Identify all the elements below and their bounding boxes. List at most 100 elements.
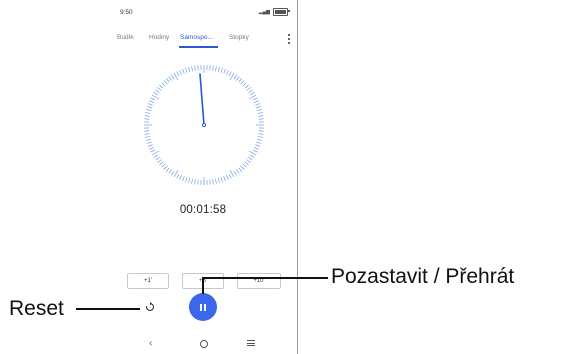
dial-tick: [176, 173, 180, 179]
dial-tick: [153, 154, 159, 158]
more-options-icon[interactable]: [287, 34, 291, 44]
dial-tick: [147, 103, 153, 106]
dial-tick: [220, 177, 223, 183]
dial-tick: [248, 150, 257, 156]
pause-icon: [200, 303, 202, 311]
dial-tick: [248, 89, 253, 93]
navigation-bar: ‹: [109, 338, 297, 352]
dial-tick: [257, 112, 263, 114]
dial-tick: [151, 150, 160, 156]
status-icons: ▂▄▆: [258, 8, 290, 16]
dial-tick: [257, 136, 263, 138]
dial-tick: [246, 159, 251, 164]
dial-tick: [248, 157, 253, 161]
dial-tick: [150, 149, 156, 153]
dial-tick: [173, 169, 179, 178]
add-1-minute-button[interactable]: +1': [127, 273, 169, 289]
signal-icon: ▂▄▆: [258, 9, 270, 15]
dial-tick: [254, 147, 259, 150]
dial-tick: [228, 71, 232, 77]
dial-tick: [149, 100, 154, 103]
dial-tick: [249, 92, 255, 96]
dial-tick: [159, 161, 164, 166]
dial-tick: [255, 144, 261, 147]
dial-tick: [233, 74, 237, 80]
dial-tick: [176, 71, 180, 77]
dial-tick: [182, 176, 185, 182]
dial-tick: [194, 179, 196, 185]
dial-tick: [163, 80, 168, 85]
dial-tick: [240, 80, 245, 85]
dial-tick: [256, 106, 262, 109]
dial-tick: [145, 112, 151, 114]
dial-center: [201, 122, 207, 128]
dial-tick: [145, 136, 151, 138]
reset-callout-line: [76, 308, 140, 310]
dial-tick: [257, 138, 263, 141]
dial-tick: [209, 179, 211, 185]
dial-tick: [146, 106, 152, 109]
dial-tick: [188, 178, 191, 184]
dial-tick: [165, 78, 170, 83]
dial-tick: [217, 66, 220, 72]
dial-tick: [212, 179, 214, 185]
dial-tick: [197, 65, 199, 71]
dial-tick: [229, 169, 235, 178]
tab-stopwatch[interactable]: Stopky: [229, 34, 249, 41]
dial-tick: [145, 109, 151, 112]
dial-tick: [157, 159, 162, 164]
dial-tick: [244, 84, 249, 89]
dial-tick: [257, 109, 263, 112]
dial-tick: [256, 141, 262, 144]
tab-alarm[interactable]: Budík: [117, 34, 134, 41]
timer-display: 00:01:58: [179, 204, 227, 216]
dial-tick: [144, 115, 150, 117]
dial-tick: [254, 100, 259, 103]
dial-tick: [145, 138, 151, 141]
dial-tick: [157, 86, 162, 91]
dial-tick: [246, 86, 251, 91]
tab-timer[interactable]: Samospo...: [180, 34, 213, 41]
dial-tick: [249, 154, 255, 158]
add-10-minutes-button[interactable]: +10': [237, 273, 281, 289]
dial-tick: [255, 103, 261, 106]
dial-tick: [223, 176, 226, 182]
tab-clock[interactable]: Hodiny: [149, 34, 169, 41]
dial-tick: [161, 82, 166, 87]
dial-tick: [238, 167, 243, 172]
recent-apps-icon[interactable]: [247, 340, 255, 346]
phone-screen: 9:50 ▂▄▆ Budík Hodiny Samospo... Stopky …: [109, 0, 297, 354]
dial-tick: [258, 118, 264, 120]
dial-tick: [147, 144, 153, 147]
dial-tick: [258, 133, 264, 135]
dial-tick: [161, 163, 166, 168]
dial-tick: [242, 82, 247, 87]
dial-tick: [168, 169, 172, 174]
dial-tick: [165, 167, 170, 172]
dial-tick: [236, 169, 240, 174]
dial-tick: [209, 65, 211, 71]
dial-tick: [226, 175, 229, 180]
pause-button[interactable]: [189, 293, 217, 321]
dial-tick: [144, 118, 150, 120]
dial-tick: [258, 130, 264, 132]
dial-tick: [144, 133, 150, 135]
dial-tick: [236, 76, 240, 81]
reset-icon[interactable]: [145, 302, 155, 312]
dial-tick: [258, 115, 264, 117]
home-icon[interactable]: [200, 340, 208, 348]
dial-tick: [226, 70, 229, 75]
dial-tick: [188, 66, 191, 72]
dial-tick: [242, 163, 247, 168]
tab-bar: Budík Hodiny Samospo... Stopky: [109, 34, 297, 48]
dial-tick: [229, 72, 235, 81]
back-icon[interactable]: ‹: [149, 338, 152, 349]
dial-tick: [194, 65, 196, 71]
pause-callout-line-v: [202, 277, 204, 294]
dial-tick: [252, 149, 258, 153]
timer-dial: [144, 65, 264, 185]
dial-tick: [185, 177, 188, 183]
dial-tick: [233, 170, 237, 176]
status-time: 9:50: [120, 9, 133, 16]
dial-tick: [159, 84, 164, 89]
